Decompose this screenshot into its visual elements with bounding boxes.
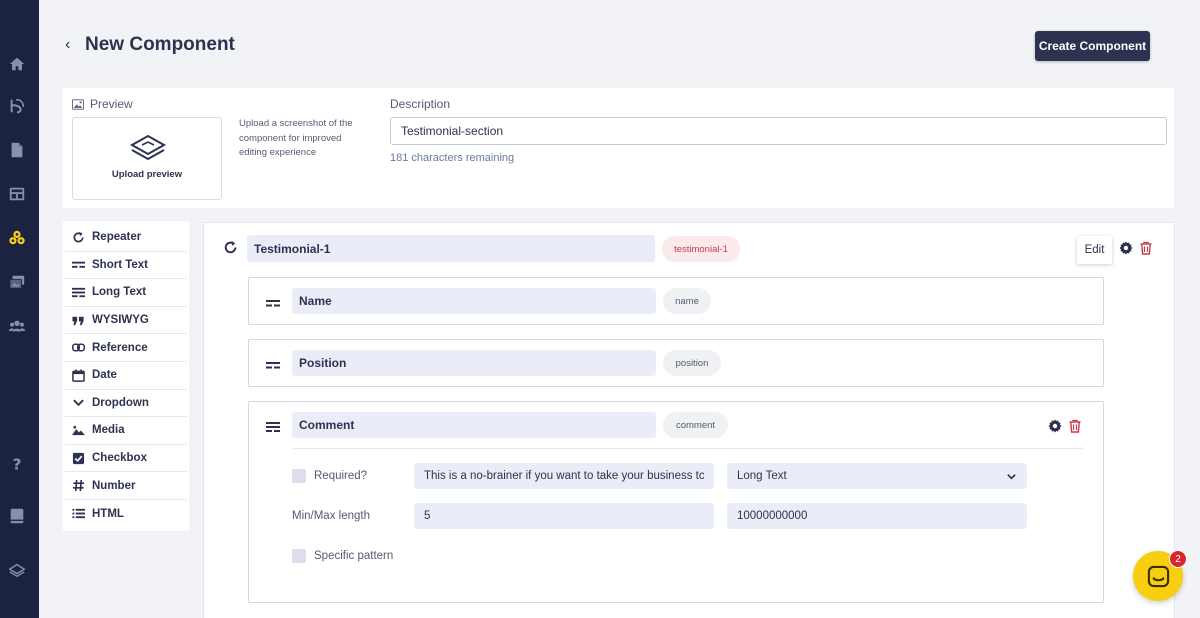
field-slug-badge: name <box>663 288 711 314</box>
description-input[interactable] <box>390 117 1167 145</box>
palette-item-label: Dropdown <box>92 396 149 409</box>
checkbox-icon <box>72 452 85 465</box>
upload-preview-label: Upload preview <box>111 169 183 180</box>
short-text-icon <box>72 258 85 271</box>
description-label: Description <box>390 97 451 111</box>
field-card-position[interactable]: position <box>248 339 1104 387</box>
characters-remaining: 181 characters remaining <box>390 152 515 164</box>
palette-item-repeater[interactable]: Repeater <box>65 224 187 252</box>
upload-hint-text: Upload a screenshot of the component for… <box>239 118 353 158</box>
palette-item-label: Long Text <box>92 286 147 299</box>
layers-logo-icon[interactable] <box>8 561 26 579</box>
gallery-icon[interactable] <box>8 273 26 291</box>
upload-layers-icon <box>129 134 167 161</box>
field-slug-badge: comment <box>663 412 728 438</box>
palette-item-wysiwyg[interactable]: WYSIWYG <box>65 307 187 335</box>
palette-item-label: Checkbox <box>92 452 147 465</box>
palette-item-label: Media <box>92 424 125 437</box>
list-icon <box>72 507 85 520</box>
chevron-down-icon <box>1007 473 1016 480</box>
image-icon <box>72 98 84 110</box>
field-type-select-value: Long Text <box>737 470 787 482</box>
palette-item-checkbox[interactable]: Checkbox <box>65 445 187 473</box>
components-icon[interactable] <box>8 229 26 247</box>
book-icon[interactable] <box>8 507 26 525</box>
quote-icon <box>72 314 85 327</box>
palette-item-label: HTML <box>92 507 124 520</box>
repeater-icon <box>224 241 237 254</box>
app-sidebar: ? <box>0 0 39 618</box>
image-icon <box>72 424 85 437</box>
hash-icon <box>72 479 85 492</box>
repeater-slug-badge: testimonial-1 <box>662 236 740 262</box>
field-name-input[interactable] <box>292 350 656 376</box>
back-icon[interactable]: ‹ <box>65 36 70 54</box>
min-length-input[interactable] <box>414 503 714 529</box>
settings-gear-icon[interactable] <box>1119 241 1133 255</box>
field-type-select[interactable]: Long Text <box>727 463 1027 489</box>
home-icon[interactable] <box>8 55 26 73</box>
blog-icon[interactable] <box>8 97 26 115</box>
required-message-input[interactable] <box>414 463 714 489</box>
palette-item-label: Number <box>92 479 136 492</box>
repeater-name-input[interactable] <box>247 235 655 262</box>
chat-icon <box>1147 565 1170 588</box>
users-icon[interactable] <box>8 317 26 335</box>
page-header: ‹ New Component Create Component <box>39 0 1200 88</box>
palette-item-label: Repeater <box>92 231 142 244</box>
component-builder: testimonial-1 Edit name position comment… <box>203 222 1175 618</box>
required-label: Required? <box>314 470 368 482</box>
specific-pattern-checkbox[interactable] <box>292 549 306 563</box>
field-name-input[interactable] <box>292 412 656 438</box>
calendar-icon <box>72 369 85 382</box>
delete-trash-icon[interactable] <box>1139 241 1153 255</box>
help-icon[interactable]: ? <box>8 455 26 473</box>
palette-item-label: Date <box>92 369 117 382</box>
short-text-icon[interactable] <box>265 358 281 370</box>
field-name-input[interactable] <box>292 288 656 314</box>
edit-button[interactable]: Edit <box>1077 236 1112 264</box>
long-text-icon[interactable] <box>265 420 281 432</box>
palette-item-dropdown[interactable]: Dropdown <box>65 390 187 418</box>
preview-label-row: Preview <box>72 97 133 111</box>
settings-gear-icon[interactable] <box>1048 419 1062 433</box>
field-card-name[interactable]: name <box>248 277 1104 325</box>
palette-item-date[interactable]: Date <box>65 362 187 390</box>
layout-icon[interactable] <box>8 185 26 203</box>
palette-item-label: Reference <box>92 341 148 354</box>
palette-item-media[interactable]: Media <box>65 417 187 445</box>
min-max-length-label: Min/Max length <box>292 510 370 522</box>
palette-item-short-text[interactable]: Short Text <box>65 252 187 280</box>
field-type-palette: Repeater Short Text Long Text WYSIWYG Re… <box>63 221 189 531</box>
max-length-input[interactable] <box>727 503 1027 529</box>
delete-trash-icon[interactable] <box>1068 419 1082 433</box>
document-icon[interactable] <box>8 141 26 159</box>
settings-divider <box>293 448 1083 449</box>
field-slug-badge: position <box>663 350 721 376</box>
preview-label: Preview <box>90 97 133 111</box>
upload-preview-dropzone[interactable]: Upload preview <box>72 117 222 200</box>
page-title: New Component <box>85 34 235 55</box>
component-meta-panel: Preview Upload preview Upload a screensh… <box>63 88 1174 208</box>
chevron-down-icon <box>72 396 85 409</box>
specific-pattern-label: Specific pattern <box>314 550 394 562</box>
field-card-comment[interactable]: comment Required? Long Text Min/Max leng… <box>248 401 1104 603</box>
link-icon <box>72 341 85 354</box>
create-component-button[interactable]: Create Component <box>1035 31 1150 61</box>
repeater-icon <box>72 231 85 244</box>
palette-item-long-text[interactable]: Long Text <box>65 279 187 307</box>
long-text-icon <box>72 286 85 299</box>
palette-item-html[interactable]: HTML <box>65 500 187 528</box>
notification-badge: 2 <box>1169 550 1187 568</box>
palette-item-label: Short Text <box>92 258 149 271</box>
svg-text:?: ? <box>13 455 22 473</box>
palette-item-label: WYSIWYG <box>92 314 149 327</box>
short-text-icon[interactable] <box>265 296 281 308</box>
palette-item-number[interactable]: Number <box>65 472 187 500</box>
required-checkbox[interactable] <box>292 469 306 483</box>
palette-item-reference[interactable]: Reference <box>65 334 187 362</box>
